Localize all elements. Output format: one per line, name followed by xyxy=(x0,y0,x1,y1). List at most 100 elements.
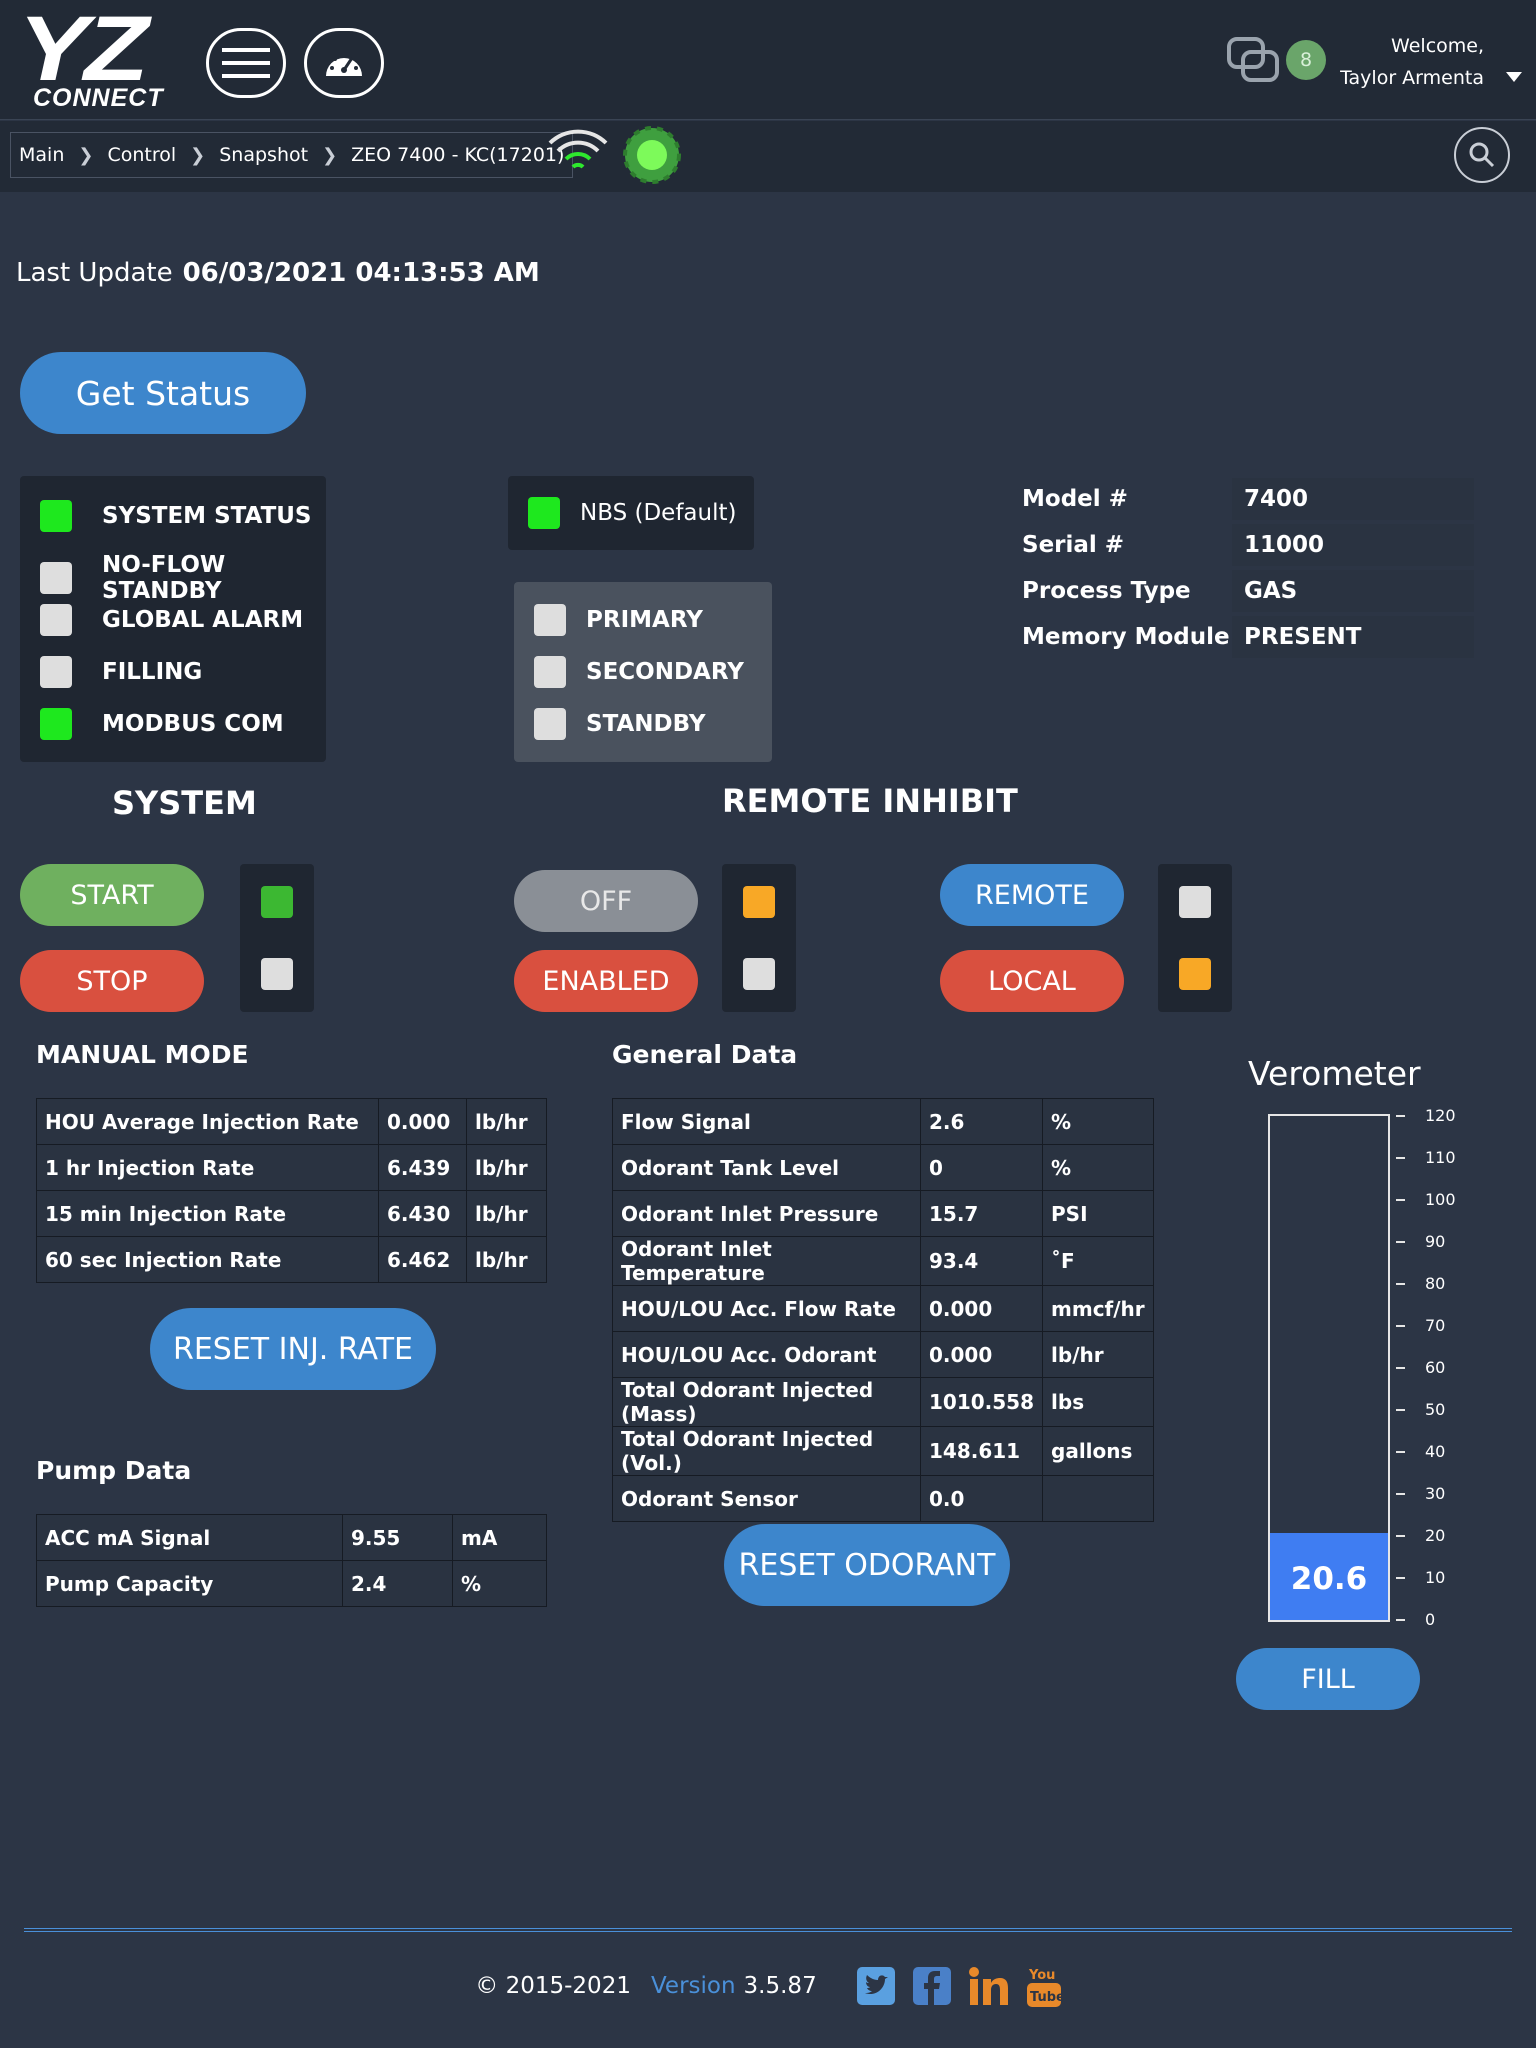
inhibit-off-indicator xyxy=(743,886,775,918)
table-row: 15 min Injection Rate 6.430 lb/hr xyxy=(36,1190,547,1237)
row-value: 0.000 xyxy=(919,1285,1044,1332)
system-state-lights xyxy=(240,864,314,1012)
mode-secondary: SECONDARY xyxy=(534,656,744,688)
row-label: ACC mA Signal xyxy=(36,1514,343,1561)
breadcrumb-device: ZEO 7400 - KC(17201) xyxy=(351,144,565,166)
table-row: Odorant Tank Level 0% xyxy=(612,1144,1154,1191)
status-panel: SYSTEM STATUS NO-FLOW STANDBY GLOBAL ALA… xyxy=(20,476,326,762)
mode-standby: STANDBY xyxy=(534,708,706,740)
start-button[interactable]: START xyxy=(20,864,204,926)
inhibit-enabled-button[interactable]: ENABLED xyxy=(514,950,698,1012)
top-bar: YZ CONNECT 8 Welcome, Taylor Armenta xyxy=(0,0,1536,120)
caret-down-icon[interactable] xyxy=(1506,72,1522,82)
row-unit: lb/hr xyxy=(466,1190,547,1237)
svg-text:You: You xyxy=(1028,1968,1055,1983)
status-indicator xyxy=(40,656,72,688)
start-indicator xyxy=(261,886,293,918)
info-value: 7400 xyxy=(1232,478,1474,520)
remote-indicator xyxy=(1179,886,1211,918)
twitter-icon[interactable] xyxy=(856,1967,895,2005)
general-data-title: General Data xyxy=(612,1040,798,1069)
table-row: Pump Capacity 2.4% xyxy=(36,1560,547,1607)
linkedin-icon[interactable] xyxy=(968,1967,1009,2005)
row-value: 93.4 xyxy=(919,1236,1044,1286)
row-label: 15 min Injection Rate xyxy=(36,1190,379,1237)
manual-mode-table: HOU Average Injection Rate 0.000 lb/hr 1 h… xyxy=(36,1098,547,1283)
remote-button[interactable]: REMOTE xyxy=(940,864,1124,926)
row-label: Pump Capacity xyxy=(36,1560,343,1607)
table-row: Total Odorant Injected (Mass) 1010.558 lbs xyxy=(612,1377,1154,1427)
row-value: 15.7 xyxy=(919,1190,1044,1237)
table-row: HOU/LOU Acc. Flow Rate 0.000 mmcf/hr xyxy=(612,1285,1154,1332)
last-update-label: Last Update xyxy=(16,258,173,288)
last-update-value: 06/03/2021 04:13:53 AM xyxy=(182,258,540,288)
row-value: 0.0 xyxy=(919,1475,1044,1522)
verometer-tick: 100 xyxy=(1396,1190,1456,1209)
row-unit: mA xyxy=(452,1514,547,1561)
status-label: GLOBAL ALARM xyxy=(102,607,304,633)
search-button[interactable] xyxy=(1454,127,1510,183)
mode-label: STANDBY xyxy=(586,711,706,737)
verometer-value: 20.6 xyxy=(1290,1560,1368,1597)
row-unit: % xyxy=(1042,1098,1154,1145)
inhibit-state-lights xyxy=(722,864,796,1012)
table-row: 60 sec Injection Rate 6.462 lb/hr xyxy=(36,1236,547,1283)
logo[interactable]: YZ xyxy=(18,3,149,95)
social-links: You Tube xyxy=(856,1965,1061,2007)
svg-text:Tube: Tube xyxy=(1030,1990,1061,2005)
status-system: SYSTEM STATUS xyxy=(40,500,312,532)
footer: © 2015-2021 Version 3.5.87 You Tube xyxy=(0,1965,1536,2007)
row-label: HOU/LOU Acc. Flow Rate xyxy=(612,1285,921,1332)
stop-button[interactable]: STOP xyxy=(20,950,204,1012)
message-count-badge: 8 xyxy=(1286,40,1326,80)
info-value: GAS xyxy=(1232,570,1474,612)
chat-icon xyxy=(1227,37,1279,82)
table-row: HOU Average Injection Rate 0.000 lb/hr xyxy=(36,1098,547,1145)
row-unit: ˚F xyxy=(1042,1236,1154,1286)
menu-button[interactable] xyxy=(206,28,286,98)
user-menu[interactable]: Welcome, Taylor Armenta xyxy=(1340,30,1484,94)
status-indicator xyxy=(40,500,72,532)
info-row: Model # 7400 xyxy=(1022,476,1474,522)
chevron-right-icon: ❯ xyxy=(190,144,206,166)
general-data-table: Flow Signal 2.6% Odorant Tank Level 0% Odo… xyxy=(612,1098,1154,1522)
reset-inj-rate-button[interactable]: RESET INJ. RATE xyxy=(150,1308,436,1390)
breadcrumb-control[interactable]: Control xyxy=(107,144,176,166)
wifi-icon xyxy=(546,123,610,183)
pump-data-table: ACC mA Signal 9.55 mA Pump Capacity 2.4% xyxy=(36,1514,547,1607)
mode-panel: PRIMARY SECONDARY STANDBY xyxy=(514,582,772,762)
reset-odorant-button[interactable]: RESET ODORANT xyxy=(724,1524,1010,1606)
local-button[interactable]: LOCAL xyxy=(940,950,1124,1012)
verometer-gauge: 20.6 xyxy=(1268,1114,1390,1622)
row-label: Odorant Inlet Temperature xyxy=(612,1236,921,1286)
table-row: Flow Signal 2.6% xyxy=(612,1098,1154,1145)
chevron-right-icon: ❯ xyxy=(322,144,338,166)
messages-button[interactable] xyxy=(1226,36,1282,88)
row-label: Total Odorant Injected (Vol.) xyxy=(612,1426,921,1476)
breadcrumb-snapshot[interactable]: Snapshot xyxy=(219,144,308,166)
status-modbus-com: MODBUS COM xyxy=(40,708,284,740)
nbs-label: NBS (Default) xyxy=(580,500,737,526)
mode-label: SECONDARY xyxy=(586,659,744,685)
nbs-status: NBS (Default) xyxy=(528,497,736,529)
remote-inhibit-title: REMOTE INHIBIT xyxy=(722,782,1018,820)
row-unit: PSI xyxy=(1042,1190,1154,1237)
row-value: 2.4 xyxy=(342,1560,453,1607)
row-label: Flow Signal xyxy=(612,1098,921,1145)
row-value: 6.430 xyxy=(378,1190,467,1237)
dashboard-button[interactable] xyxy=(304,28,384,98)
row-value: 0 xyxy=(919,1144,1044,1191)
youtube-icon[interactable]: You Tube xyxy=(1026,1965,1061,2007)
fill-button[interactable]: FILL xyxy=(1236,1648,1420,1710)
get-status-button[interactable]: Get Status xyxy=(20,352,306,434)
inhibit-off-button[interactable]: OFF xyxy=(514,870,698,932)
system-title: SYSTEM xyxy=(112,784,257,822)
facebook-icon[interactable] xyxy=(912,1967,951,2005)
row-unit: gallons xyxy=(1042,1426,1154,1476)
breadcrumb-main[interactable]: Main xyxy=(19,144,64,166)
status-no-flow-standby: NO-FLOW STANDBY xyxy=(40,552,326,604)
stop-indicator xyxy=(261,958,293,990)
row-unit xyxy=(1042,1475,1154,1522)
info-value: PRESENT xyxy=(1232,616,1474,658)
row-value: 1010.558 xyxy=(919,1377,1044,1427)
